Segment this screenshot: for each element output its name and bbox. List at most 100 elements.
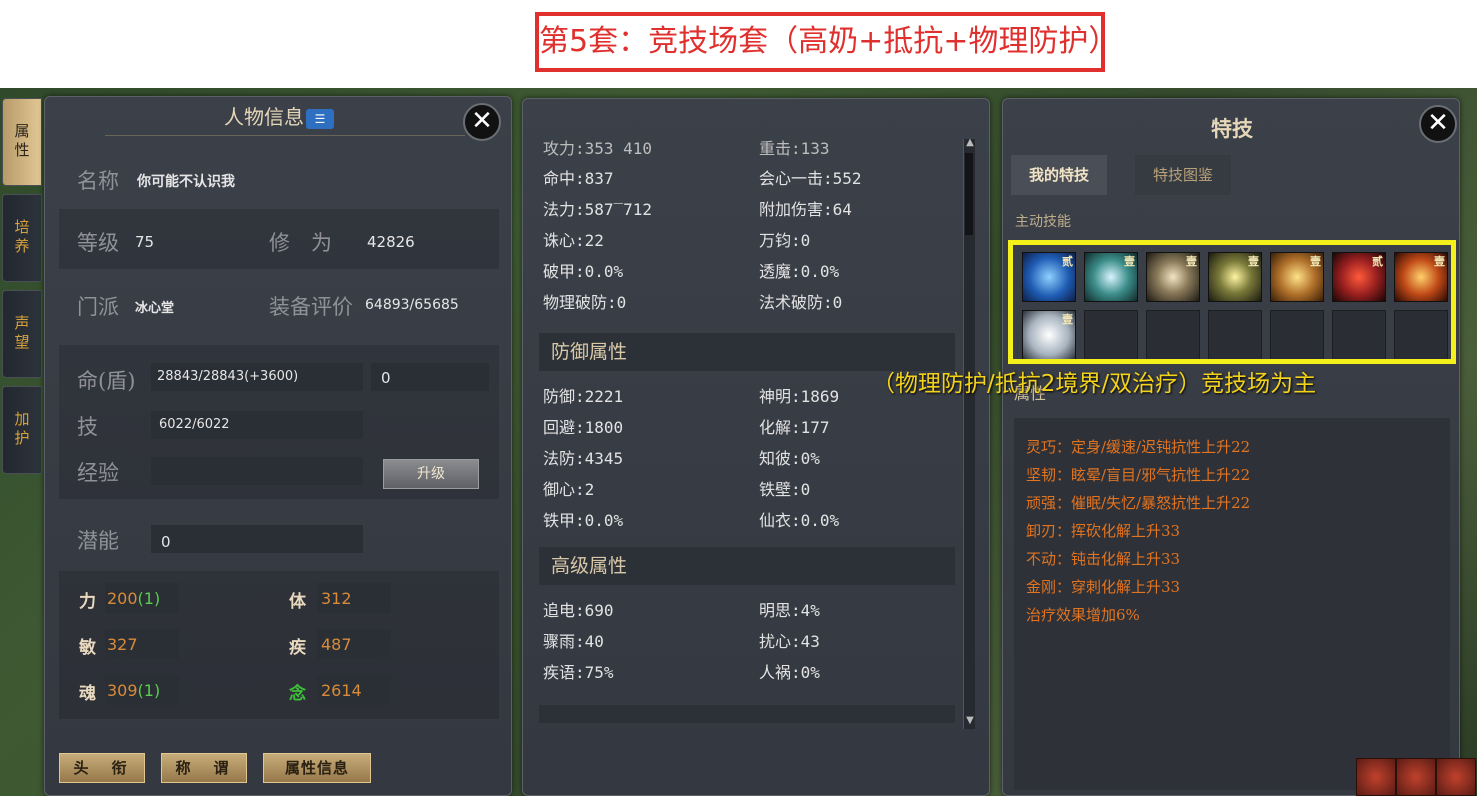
active-skills-label: 主动技能 (1015, 214, 1071, 230)
hp-value: 28843/28843(+3600) (157, 369, 299, 384)
tab-my-skills[interactable]: 我的特技 (1011, 155, 1108, 195)
effect-item: 灵巧：定身/缓速/迟钝抗性上升22 (1026, 438, 1251, 456)
tab-attributes[interactable]: 属性 (2, 98, 42, 186)
effect-item: 坚韧：眩晕/盲目/邪气抗性上升22 (1026, 466, 1251, 484)
effect-item: 顽强：催眠/失忆/暴怒抗性上升22 (1026, 494, 1251, 512)
advanced-section-header: 高级属性 (539, 547, 955, 585)
tab-reputation[interactable]: 声望 (2, 290, 42, 378)
strength-value: 200(1) (107, 589, 160, 608)
name-value: 你可能不认识我 (137, 174, 235, 190)
stat-item: 物理破防:0 (543, 293, 627, 312)
emblem-icon[interactable] (1396, 758, 1436, 796)
scroll-up-icon[interactable]: ▲ (964, 137, 976, 148)
soul-label: 魂 (79, 684, 96, 704)
attack-stat-cut: 攻力:353 410 (543, 139, 653, 158)
name-label: 名称 (77, 169, 119, 193)
constitution-value: 312 (321, 589, 352, 608)
stat-item: 神明:1869 (759, 387, 840, 406)
scrollbar[interactable]: ▲ ▼ (963, 137, 976, 729)
stat-item: 知彼:0% (759, 449, 820, 468)
level-label: 等级 (77, 231, 119, 255)
agility-value: 327 (107, 635, 138, 654)
tab-training[interactable]: 培养 (2, 194, 42, 282)
close-button[interactable]: ✕ (1419, 105, 1457, 143)
panel-title: 人物信息 ☰ (45, 101, 513, 130)
stat-item: 回避:1800 (543, 418, 624, 437)
exp-label: 经验 (77, 461, 119, 485)
stat-item: 人祸:0% (759, 663, 820, 682)
title-divider (105, 135, 465, 136)
speed-label: 疾 (289, 638, 306, 658)
skill-effects-list: 灵巧：定身/缓速/迟钝抗性上升22 坚韧：眩晕/盲目/邪气抗性上升22 顽强：催… (1014, 418, 1450, 790)
sect-value: 冰心堂 (135, 301, 175, 316)
equip-rating-value: 64893/65685 (365, 297, 459, 313)
stat-item: 会心一击:552 (759, 169, 862, 188)
stat-item: 破甲:0.0% (543, 262, 624, 281)
stat-item: 扰心:43 (759, 632, 820, 651)
exp-field (151, 457, 363, 485)
banner-title: 第5套：竞技场套（高奶+抵抗+物理防护） (535, 12, 1118, 72)
stat-item: 明思:4% (759, 601, 820, 620)
tab-skill-book[interactable]: 特技图鉴 (1135, 155, 1232, 195)
bottom-right-icons (1356, 758, 1477, 796)
level-value: 75 (135, 233, 155, 251)
skill-points-label: 技 (77, 415, 98, 439)
potential-field (151, 525, 363, 553)
stat-item: 防御:2221 (543, 387, 624, 406)
stat-item: 法力:587‾712 (543, 200, 653, 219)
tab-protection[interactable]: 加护 (2, 386, 42, 474)
stat-item: 追电:690 (543, 601, 614, 620)
stat-item: 铁壁:0 (759, 480, 811, 499)
stat-item: 万钧:0 (759, 231, 811, 250)
title-button[interactable]: 头 衔 (59, 753, 145, 783)
soul-number: 309 (107, 681, 138, 700)
appellation-button[interactable]: 称 谓 (161, 753, 247, 783)
character-title: 人物信息 (224, 105, 304, 129)
skill-highlight-box (1008, 240, 1456, 364)
stat-item: 命中:837 (543, 169, 614, 188)
equip-rating-label: 装备评价 (269, 295, 353, 319)
stat-item: 透魔:0.0% (759, 262, 840, 281)
attribute-info-button[interactable]: 属性信息 (263, 753, 371, 783)
strength-bonus: (1) (137, 589, 161, 608)
heavy-hit-stat-cut: 重击:133 (759, 139, 830, 158)
list-icon[interactable]: ☰ (306, 108, 334, 129)
character-portrait-icon[interactable] (1356, 758, 1396, 796)
strength-label: 力 (79, 592, 96, 612)
potential-label: 潜能 (77, 529, 119, 553)
cultivation-label: 修 为 (269, 231, 332, 255)
agility-label: 敏 (79, 638, 96, 658)
stat-item: 御心:2 (543, 480, 595, 499)
sect-label: 门派 (77, 295, 119, 319)
banner-area: 第5套：竞技场套（高奶+抵抗+物理防护） (0, 0, 1477, 88)
skills-title: 特技 (1211, 116, 1253, 141)
menu-icon[interactable] (1436, 758, 1476, 796)
speed-value: 487 (321, 635, 352, 654)
soul-bonus: (1) (137, 681, 161, 700)
stat-item: 疾语:75% (543, 663, 614, 682)
stat-item: 骤雨:40 (543, 632, 604, 651)
scroll-down-icon[interactable]: ▼ (964, 715, 976, 726)
cultivation-value: 42826 (367, 233, 415, 251)
effect-item: 治疗效果增加6% (1026, 606, 1140, 624)
next-section-header-cut (539, 705, 955, 723)
stat-item: 法术破防:0 (759, 293, 843, 312)
stat-item: 化解:177 (759, 418, 830, 437)
hp-label: 命(盾) (77, 369, 136, 393)
mind-label: 念 (289, 684, 306, 704)
side-tabs: 属性 培养 声望 加护 (0, 98, 44, 558)
skill-points-value: 6022/6022 (159, 417, 230, 432)
attribute-details-panel: 攻力:353 410 重击:133 命中:837 会心一击:552 法力:587… (522, 98, 990, 796)
potential-value: 0 (161, 533, 171, 551)
mind-value: 2614 (321, 681, 362, 700)
effect-item: 卸刃：挥砍化解上升33 (1026, 522, 1181, 540)
effect-item: 不动：钝击化解上升33 (1026, 550, 1181, 568)
stat-item: 法防:4345 (543, 449, 624, 468)
stat-item: 附加伤害:64 (759, 200, 852, 219)
scroll-thumb[interactable] (965, 153, 973, 235)
stat-item: 仙衣:0.0% (759, 511, 840, 530)
upgrade-button[interactable]: 升级 (383, 459, 479, 489)
close-button[interactable]: ✕ (463, 103, 501, 141)
soul-value: 309(1) (107, 681, 160, 700)
hp-extra-value: 0 (381, 369, 391, 387)
